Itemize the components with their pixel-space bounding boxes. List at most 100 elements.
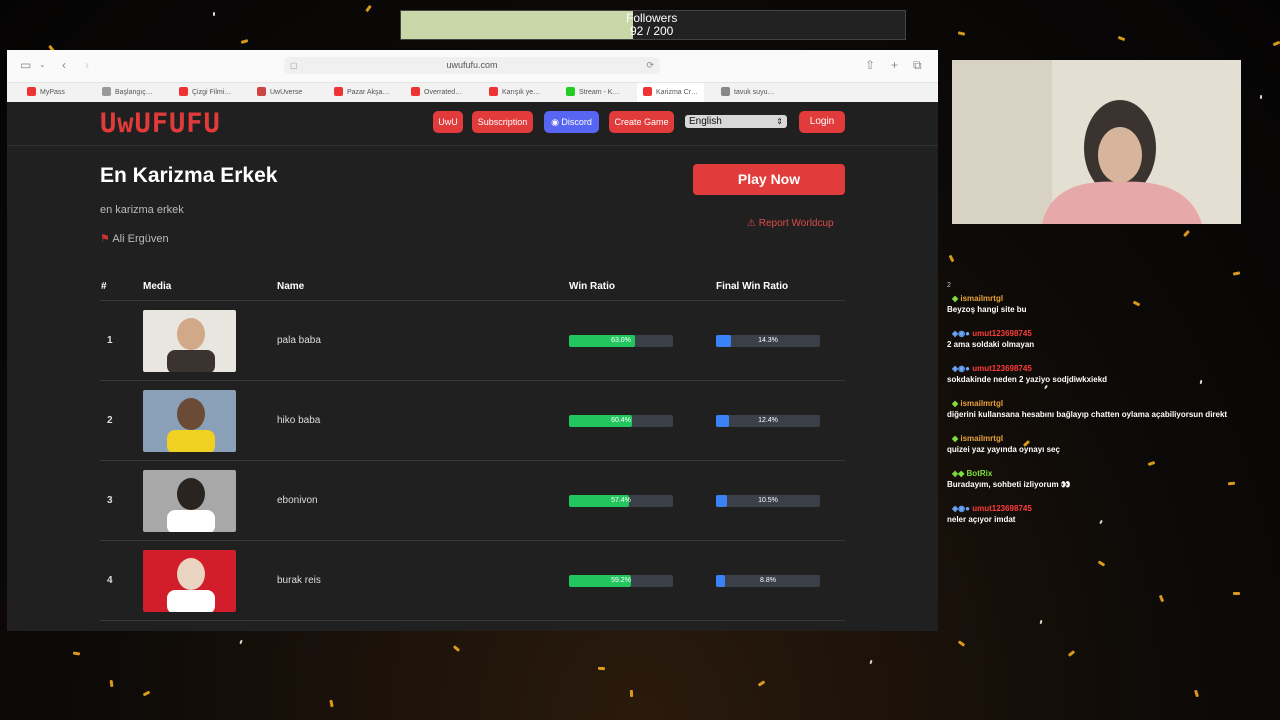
ranking-table: # Media Name Win Ratio Final Win Ratio 1… (100, 272, 845, 621)
webcam-feed (952, 60, 1241, 224)
tab-favicon-icon (179, 87, 188, 96)
chat-badge-icon: ◈◆ (952, 469, 967, 478)
win-ratio-bar: 63.0% (569, 334, 673, 347)
login-button[interactable]: Login (799, 111, 845, 133)
chat-badge-icon: ◈◉● (952, 329, 973, 338)
new-tab-icon[interactable]: + (891, 58, 898, 72)
chat-message: diğerini kullansana hesabını bağlayıp ch… (947, 410, 1228, 419)
nav-subscription-button[interactable]: Subscription (472, 111, 533, 133)
table-row[interactable]: 4 burak reis 59.2% 8.8% (100, 540, 845, 621)
tab-label: Başlangıç… (115, 89, 153, 96)
nav-uwu-button[interactable]: UwU (433, 111, 463, 133)
name-cell: pala baba (276, 300, 568, 381)
table-row[interactable]: 3 ebonivon 57.4% 10.5% (100, 460, 845, 541)
sidebar-toggle-icon[interactable]: ▭ (20, 58, 31, 72)
confetti-piece (957, 31, 966, 36)
back-icon[interactable]: ‹ (62, 58, 66, 72)
win-ratio-cell: 57.4% (568, 460, 715, 541)
tab-label: UwUverse (270, 89, 303, 96)
media-thumbnail[interactable] (143, 549, 236, 612)
chat-message: Buradayım, sohbeti izliyorum 👀 (947, 480, 1071, 489)
browser-tab[interactable]: Pazar Akşa… (334, 83, 389, 102)
media-thumbnail[interactable] (143, 389, 236, 452)
chat-badge-icon: ◈◉● (952, 504, 973, 513)
confetti-piece (1067, 650, 1076, 657)
url-text: uwufufu.com (446, 60, 498, 70)
tab-label: Stream - K… (579, 89, 620, 96)
win-ratio-value: 63.0% (611, 336, 631, 344)
forward-icon[interactable]: › (85, 58, 89, 72)
nav-discord-button[interactable]: ◉ Discord (544, 111, 599, 133)
chat-badge-icon: ◈◉● (952, 364, 973, 373)
browser-tab[interactable]: MyPass (27, 83, 65, 102)
chat-username[interactable]: ◈◉● umut123698745 (944, 362, 1280, 375)
final-win-ratio-bar: 10.5% (716, 494, 820, 507)
chat-username[interactable]: ◆ ismailmrtgl (944, 292, 1280, 305)
name-cell: hiko baba (276, 380, 568, 461)
browser-tab[interactable]: tavuk suyu… (721, 83, 774, 102)
page-subtitle: en karizma erkek (100, 204, 184, 216)
tab-overview-icon[interactable]: ⧉ (913, 58, 922, 73)
confetti-piece (1117, 35, 1126, 42)
chat-username[interactable]: ◆ ismailmrtgl (944, 432, 1280, 445)
select-arrow-icon: ⇕ (776, 117, 783, 126)
tab-label: Pazar Akşa… (347, 89, 390, 96)
share-icon[interactable]: ⇧ (865, 58, 875, 72)
chat-username[interactable]: ◈◉● umut123698745 (944, 502, 1280, 515)
report-worldcup-link[interactable]: ⚠ Report Worldcup (747, 218, 834, 229)
tab-favicon-icon (334, 87, 343, 96)
browser-tab[interactable]: Karizma Cr… (637, 83, 705, 102)
tab-label: Karizma Cr… (656, 89, 699, 96)
chat-username[interactable]: ◈◆ BotRix (944, 467, 1280, 480)
rank-cell: 3 (100, 460, 142, 541)
browser-tab[interactable]: UwUverse (257, 83, 302, 102)
address-bar[interactable]: ▢ uwufufu.com ⟳ (284, 57, 660, 74)
chevron-down-icon[interactable]: ⌄ (39, 60, 46, 69)
confetti-piece (1194, 689, 1199, 698)
final-win-ratio-value: 12.4% (758, 416, 778, 424)
table-row[interactable]: 2 hiko baba 60.4% 12.4% (100, 380, 845, 461)
followers-goal-bar: Followers 92 / 200 (400, 10, 906, 40)
chat-username-text: umut123698745 (972, 329, 1032, 338)
browser-tab[interactable]: Çizgi Filmi… (179, 83, 231, 102)
tab-favicon-icon (721, 87, 730, 96)
final-win-ratio-bar: 12.4% (716, 414, 820, 427)
media-thumbnail[interactable] (143, 469, 236, 532)
chat-username-text: umut123698745 (972, 504, 1032, 513)
reload-icon[interactable]: ⟳ (646, 57, 654, 74)
play-now-button[interactable]: Play Now (693, 164, 845, 195)
final-win-ratio-value: 8.8% (760, 576, 776, 584)
language-value: English (689, 116, 722, 127)
confetti-piece (957, 640, 966, 647)
confetti-piece (213, 12, 215, 16)
chat-username[interactable]: ◆ ismailmrtgl (944, 397, 1280, 410)
browser-tab[interactable]: Overrated… (411, 83, 462, 102)
browser-tab[interactable]: Başlangıç… (102, 83, 153, 102)
confetti-piece (72, 651, 81, 656)
browser-tab[interactable]: Karışık ye… (489, 83, 540, 102)
confetti-piece (1039, 619, 1043, 625)
browser-tab[interactable]: Stream - K… (566, 83, 619, 102)
author-name[interactable]: Ali Ergüven (112, 233, 168, 245)
confetti-piece (1097, 560, 1106, 567)
media-thumbnail[interactable] (143, 309, 236, 372)
site-logo[interactable]: UwUFUFU (100, 108, 221, 139)
confetti-piece (1158, 594, 1165, 603)
chat-username[interactable]: ◈◉● umut123698745 (944, 327, 1280, 340)
chat-username-text: ismailmrtgl (960, 399, 1004, 408)
confetti-piece (240, 39, 249, 44)
media-cell (142, 460, 276, 541)
win-ratio-cell: 60.4% (568, 380, 715, 461)
table-row[interactable]: 1 pala baba 63.0% 14.3% (100, 300, 845, 381)
language-select[interactable]: English ⇕ (685, 115, 787, 128)
lock-icon: ▢ (290, 61, 298, 70)
chat-truncated-line: 2 (947, 282, 951, 289)
site-header: UwUFUFU UwU Subscription ◉ Discord Creat… (7, 102, 938, 146)
confetti-piece (597, 666, 606, 671)
nav-create-game-button[interactable]: Create Game (609, 111, 674, 133)
tab-favicon-icon (566, 87, 575, 96)
tab-favicon-icon (489, 87, 498, 96)
win-ratio-value: 59.2% (611, 576, 631, 584)
streamer-image (952, 60, 1241, 224)
confetti-piece (1183, 229, 1190, 238)
